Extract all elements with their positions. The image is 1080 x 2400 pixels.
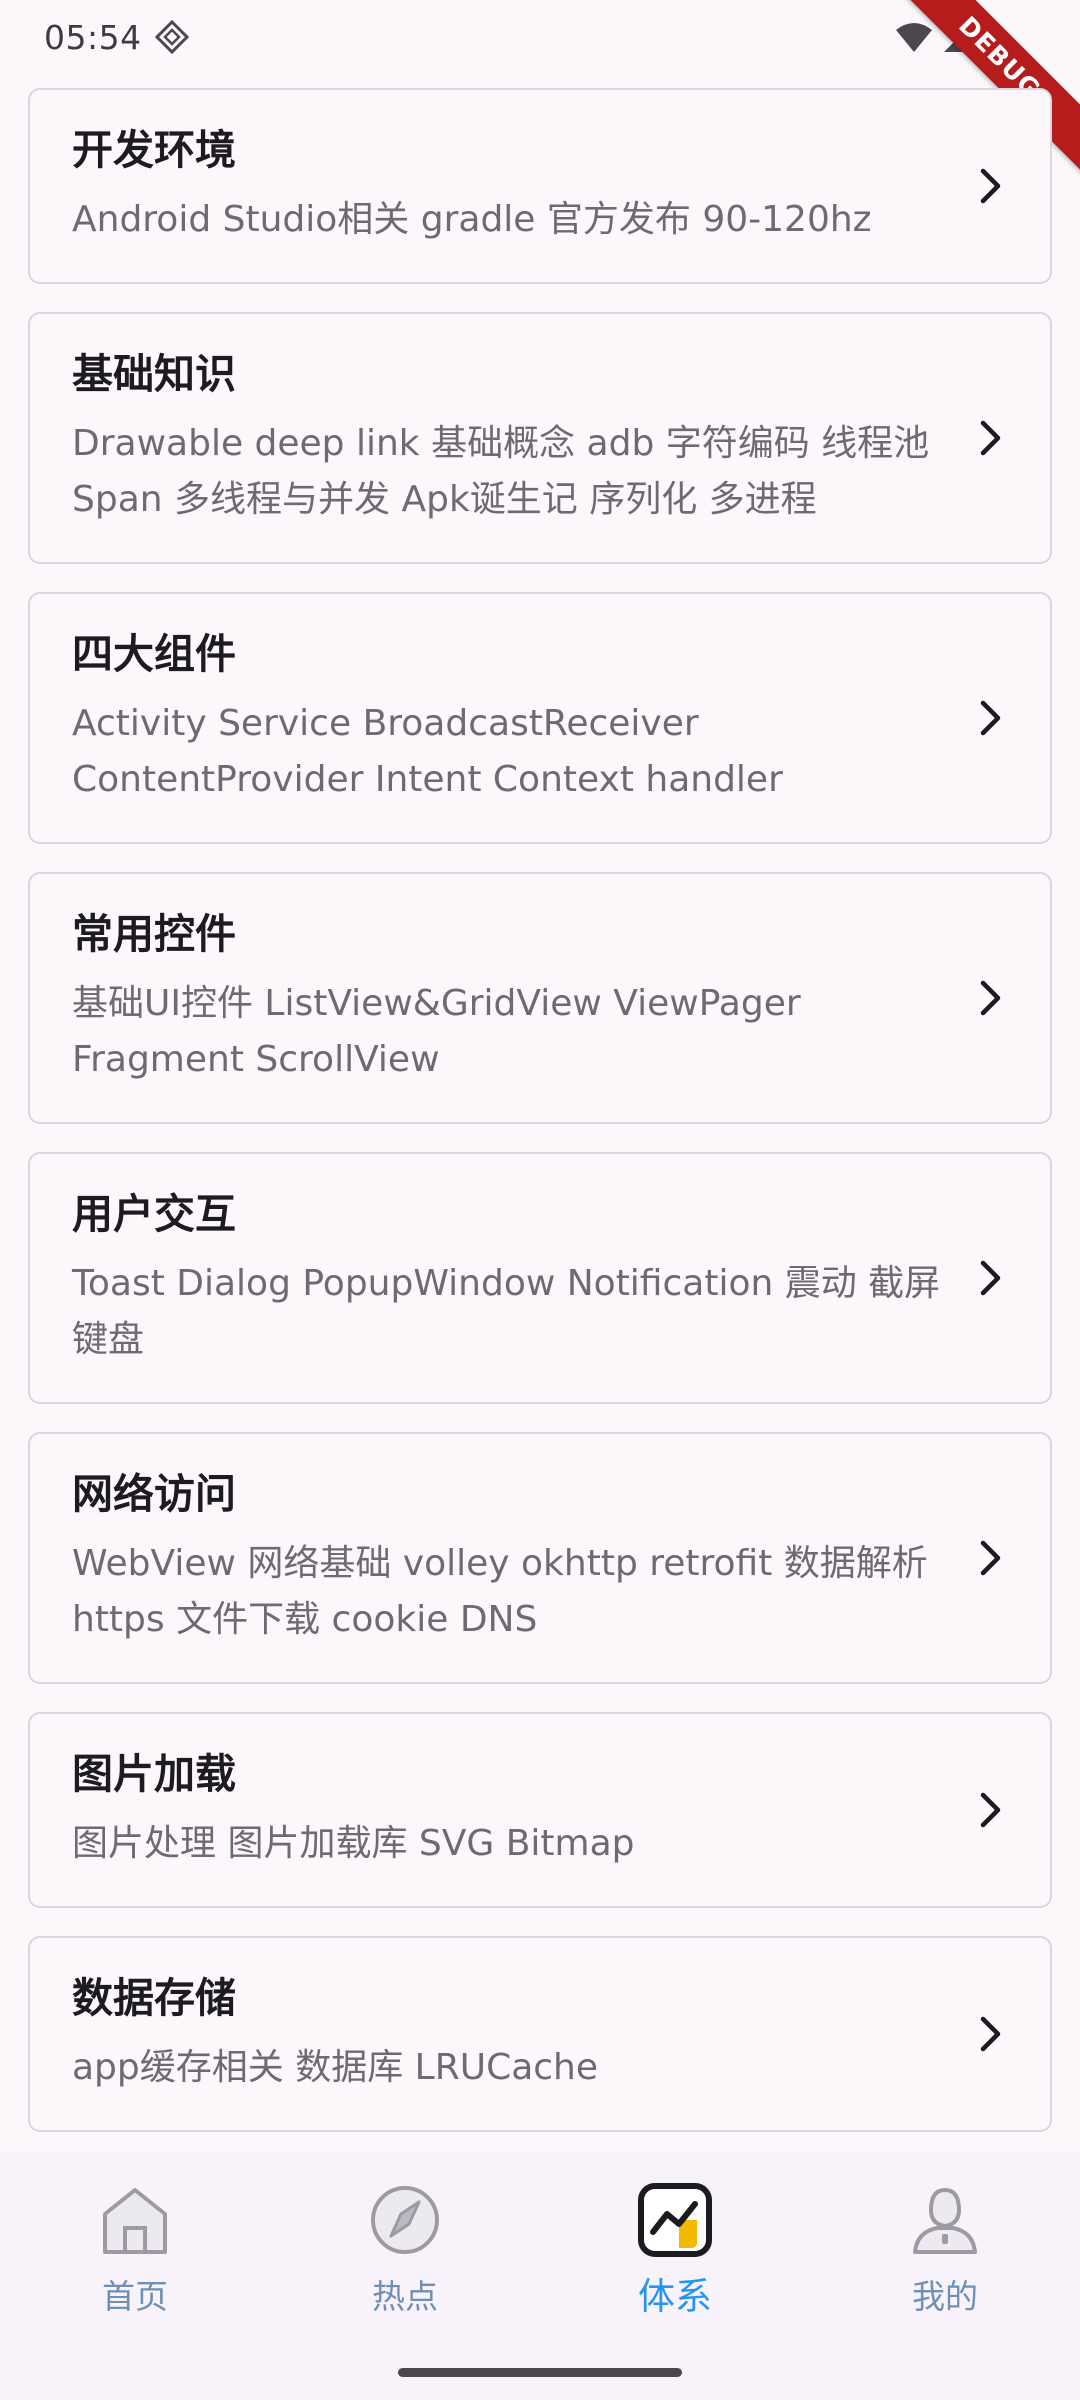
- category-subtitle: Activity Service BroadcastReceiver Conte…: [72, 703, 783, 800]
- nav-label: 热点: [372, 2277, 438, 2316]
- chevron-right-icon: [980, 1792, 1001, 1828]
- status-time: 05:54: [44, 17, 142, 57]
- nav-label: 体系: [638, 2275, 712, 2318]
- nav-item-home[interactable]: 首页: [0, 2152, 270, 2400]
- chevron-right-icon: [980, 168, 1001, 204]
- category-card-images[interactable]: 图片加载 图片处理 图片加载库 SVG Bitmap: [28, 1712, 1052, 1908]
- nav-item-profile[interactable]: 我的: [810, 2152, 1080, 2400]
- category-title: 图片加载: [72, 1750, 236, 1798]
- category-subtitle: WebView 网络基础 volley okhttp retrofit 数据解析…: [72, 1543, 928, 1640]
- chevron-right-icon: [980, 2016, 1001, 2052]
- chevron-right-icon: [980, 700, 1001, 736]
- nav-label: 我的: [912, 2277, 978, 2316]
- category-title: 基础知识: [72, 350, 236, 398]
- nav-item-hot[interactable]: 热点: [270, 2152, 540, 2400]
- bottom-navigation: 首页 热点 体系 我的: [0, 2152, 1080, 2400]
- category-card-network[interactable]: 网络访问 WebView 网络基础 volley okhttp retrofit…: [28, 1432, 1052, 1684]
- system-icon: [638, 2183, 712, 2257]
- category-card-interaction[interactable]: 用户交互 Toast Dialog PopupWindow Notificati…: [28, 1152, 1052, 1404]
- category-subtitle: 图片处理 图片加载库 SVG Bitmap: [72, 1823, 635, 1864]
- chevron-right-icon: [980, 1540, 1001, 1576]
- category-title: 开发环境: [72, 126, 236, 174]
- home-icon: [103, 2188, 167, 2254]
- notification-icon: [154, 19, 189, 55]
- wifi-icon: [896, 23, 932, 52]
- category-card-storage[interactable]: 数据存储 app缓存相关 数据库 LRUCache: [28, 1936, 1052, 2132]
- category-subtitle: Toast Dialog PopupWindow Notification 震动…: [72, 1263, 941, 1360]
- chevron-right-icon: [980, 1260, 1001, 1296]
- chevron-right-icon: [980, 420, 1001, 456]
- category-card-components[interactable]: 四大组件 Activity Service BroadcastReceiver …: [28, 592, 1052, 844]
- category-subtitle: app缓存相关 数据库 LRUCache: [72, 2047, 599, 2088]
- category-list: 开发环境 Android Studio相关 gradle 官方发布 90-120…: [28, 88, 1052, 2200]
- category-card-widgets[interactable]: 常用控件 基础UI控件 ListView&GridView ViewPager …: [28, 872, 1052, 1124]
- category-title: 网络访问: [72, 1470, 236, 1518]
- category-card-dev-env[interactable]: 开发环境 Android Studio相关 gradle 官方发布 90-120…: [28, 88, 1052, 284]
- category-title: 数据存储: [72, 1974, 236, 2022]
- category-subtitle: Drawable deep link 基础概念 adb 字符编码 线程池 Spa…: [72, 423, 930, 520]
- status-bar: 05:54: [0, 0, 1080, 74]
- category-title: 常用控件: [72, 910, 236, 958]
- chevron-right-icon: [980, 980, 1001, 1016]
- nav-item-system[interactable]: 体系: [540, 2152, 810, 2400]
- screen: 05:54 DEBUG 开发环境 Android Studio相关 gradle…: [0, 0, 1080, 2400]
- profile-icon: [913, 2187, 977, 2254]
- home-indicator[interactable]: [398, 2368, 682, 2377]
- category-title: 用户交互: [72, 1190, 236, 1238]
- hot-icon: [371, 2186, 439, 2254]
- category-card-basics[interactable]: 基础知识 Drawable deep link 基础概念 adb 字符编码 线程…: [28, 312, 1052, 564]
- nav-label: 首页: [102, 2277, 168, 2316]
- category-title: 四大组件: [72, 630, 236, 678]
- category-subtitle: Android Studio相关 gradle 官方发布 90-120hz: [72, 199, 872, 240]
- category-subtitle: 基础UI控件 ListView&GridView ViewPager Fragm…: [72, 983, 801, 1080]
